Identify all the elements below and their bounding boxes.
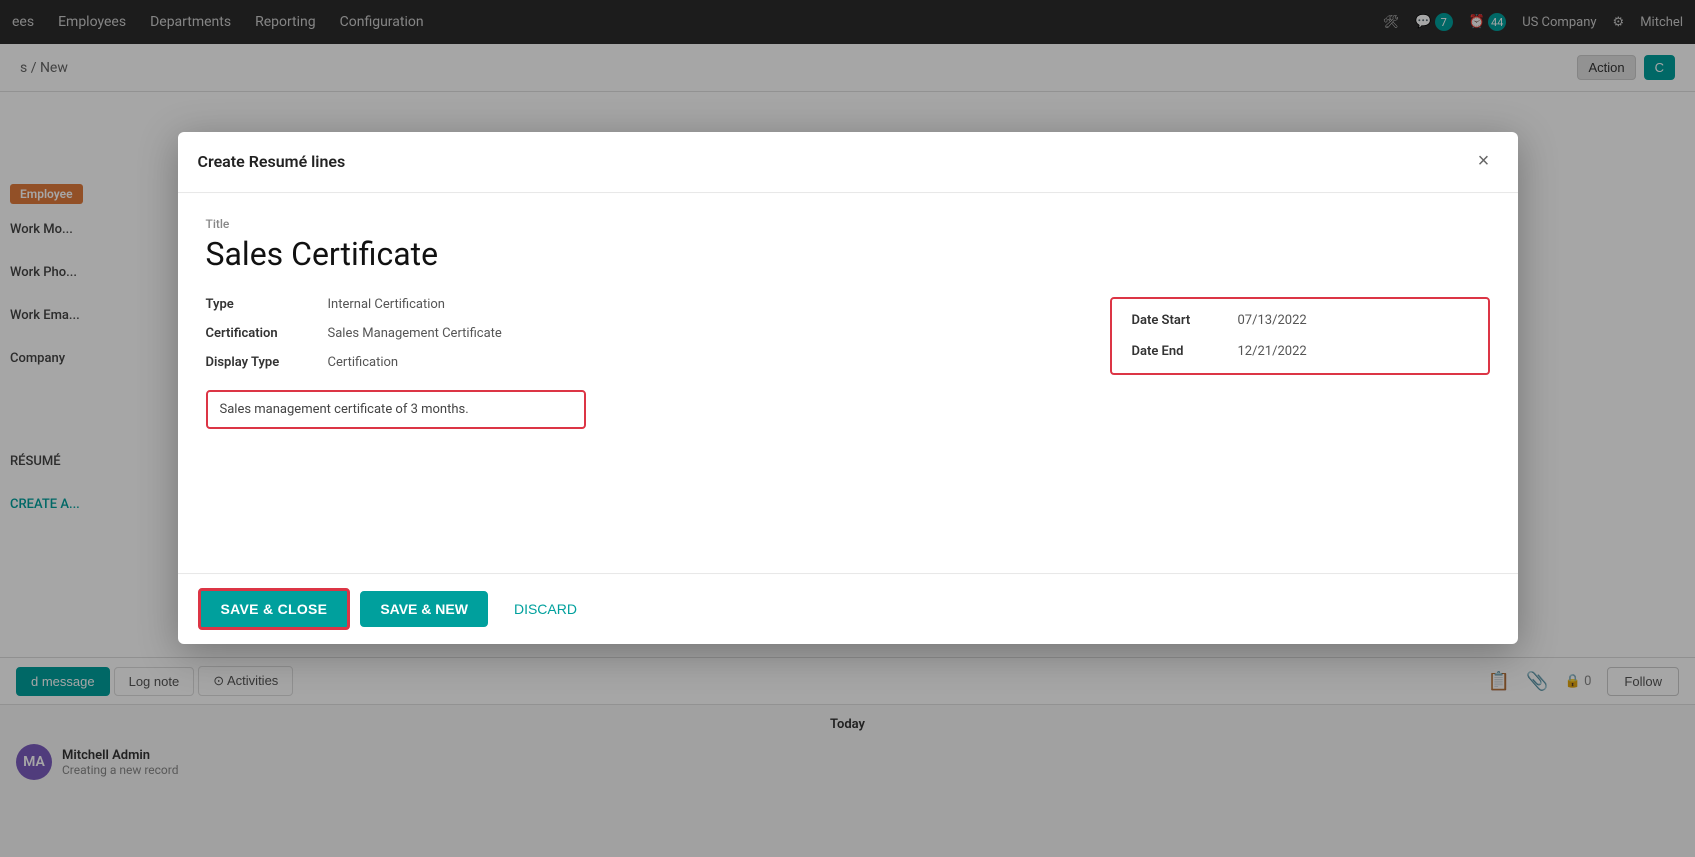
display-type-value: Certification (328, 355, 399, 370)
form-row-main: Type Internal Certification Certificatio… (206, 297, 1490, 429)
date-end-row: Date End 12/21/2022 (1132, 344, 1468, 359)
modal-header: Create Resumé lines × (178, 132, 1518, 193)
modal-footer: SAVE & CLOSE SAVE & NEW DISCARD (178, 573, 1518, 644)
description-box[interactable]: Sales management certificate of 3 months… (206, 390, 586, 429)
save-close-button[interactable]: SAVE & CLOSE (198, 588, 351, 630)
form-right: Date Start 07/13/2022 Date End 12/21/202… (1110, 297, 1490, 429)
title-field-group: Title Sales Certificate (206, 217, 1490, 273)
certification-field-row: Certification Sales Management Certifica… (206, 326, 1050, 341)
discard-button[interactable]: DISCARD (498, 591, 593, 627)
date-end-value[interactable]: 12/21/2022 (1238, 344, 1307, 359)
modal-dialog: Create Resumé lines × Title Sales Certif… (178, 132, 1518, 644)
form-left: Type Internal Certification Certificatio… (206, 297, 1050, 429)
display-type-field-row: Display Type Certification (206, 355, 1050, 370)
date-start-row: Date Start 07/13/2022 (1132, 313, 1468, 328)
date-box: Date Start 07/13/2022 Date End 12/21/202… (1110, 297, 1490, 375)
certification-value: Sales Management Certificate (328, 326, 502, 341)
save-new-button[interactable]: SAVE & NEW (360, 591, 488, 627)
date-end-label: Date End (1132, 344, 1222, 359)
title-field-value: Sales Certificate (206, 235, 1490, 273)
date-start-value[interactable]: 07/13/2022 (1238, 313, 1307, 328)
modal-close-button[interactable]: × (1470, 148, 1498, 176)
modal-body: Title Sales Certificate Type Internal Ce… (178, 193, 1518, 573)
date-start-label: Date Start (1132, 313, 1222, 328)
certification-label: Certification (206, 326, 316, 341)
type-value: Internal Certification (328, 297, 445, 312)
type-field-row: Type Internal Certification (206, 297, 1050, 312)
display-type-label: Display Type (206, 355, 316, 370)
modal-title: Create Resumé lines (198, 152, 346, 171)
type-label: Type (206, 297, 316, 312)
title-field-label: Title (206, 217, 1490, 231)
